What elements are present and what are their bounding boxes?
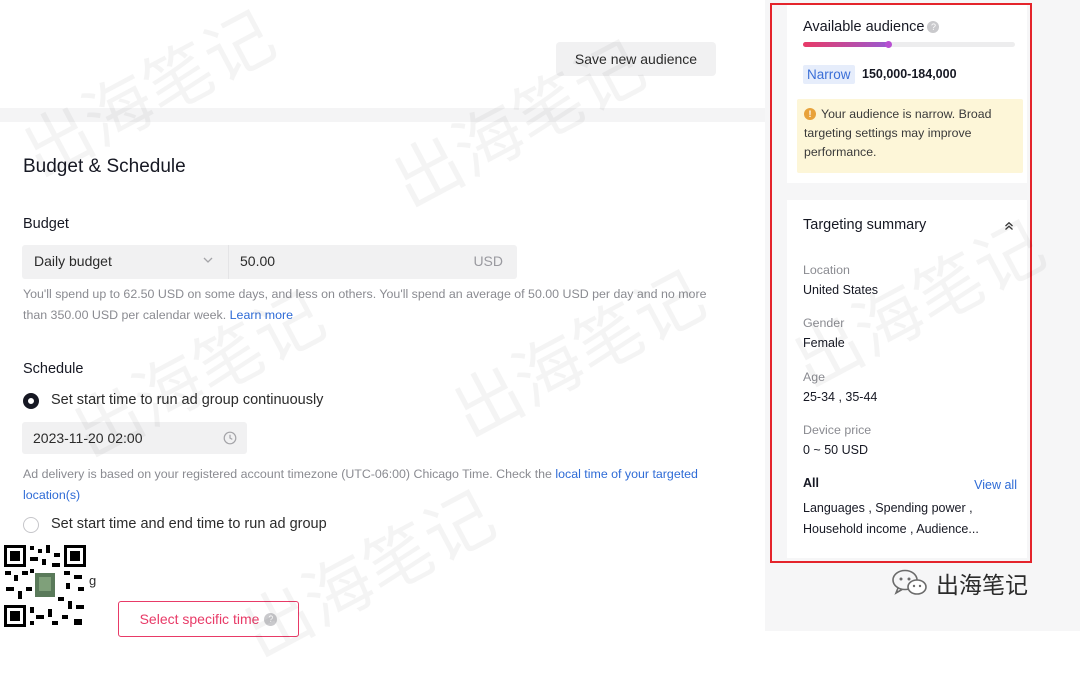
wechat-icon (892, 569, 927, 595)
budget-type-value: Daily budget (34, 253, 112, 269)
section-divider (0, 108, 765, 122)
budget-type-select[interactable]: Daily budget (22, 245, 228, 279)
timezone-note: Ad delivery is based on your registered … (23, 464, 703, 506)
brand-footer: 出海笔记 (890, 566, 1028, 600)
schedule-label: Schedule (23, 361, 84, 377)
chevron-down-icon (203, 257, 213, 263)
partial-label: g (89, 573, 97, 588)
highlight-box (770, 3, 1032, 563)
budget-helper-text: You'll spend up to 62.50 USD on some day… (23, 284, 723, 326)
timezone-note-text: Ad delivery is based on your registered … (23, 467, 552, 481)
radio-start-end[interactable] (23, 517, 39, 533)
start-datetime-input[interactable]: 2023-11-20 02:00 (22, 422, 247, 454)
learn-more-link[interactable]: Learn more (230, 308, 293, 322)
section-title: Budget & Schedule (23, 156, 186, 177)
budget-helper-body: You'll spend up to 62.50 USD on some day… (23, 287, 707, 322)
start-datetime-value: 2023-11-20 02:00 (33, 430, 143, 446)
radio-continuous[interactable] (23, 393, 39, 409)
option-continuous-label: Set start time to run ad group continuou… (51, 392, 324, 408)
save-new-audience-button[interactable]: Save new audience (556, 42, 716, 76)
budget-amount-input[interactable]: 50.00 (240, 253, 275, 269)
select-specific-time-button[interactable]: Select specific time ? (118, 601, 299, 637)
brand-text: 出海笔记 (936, 573, 1028, 599)
main-panel: Save new audience Budget & Schedule Budg… (0, 0, 765, 637)
budget-separator (228, 245, 229, 279)
budget-currency: USD (473, 253, 503, 269)
clock-icon (223, 431, 237, 445)
budget-input-group: Daily budget 50.00 USD (22, 245, 517, 279)
info-icon: ? (264, 612, 278, 626)
select-specific-time-label: Select specific time (139, 611, 260, 627)
option-start-end-label: Set start time and end time to run ad gr… (51, 516, 327, 532)
qr-code (2, 543, 88, 629)
budget-label: Budget (23, 216, 69, 232)
